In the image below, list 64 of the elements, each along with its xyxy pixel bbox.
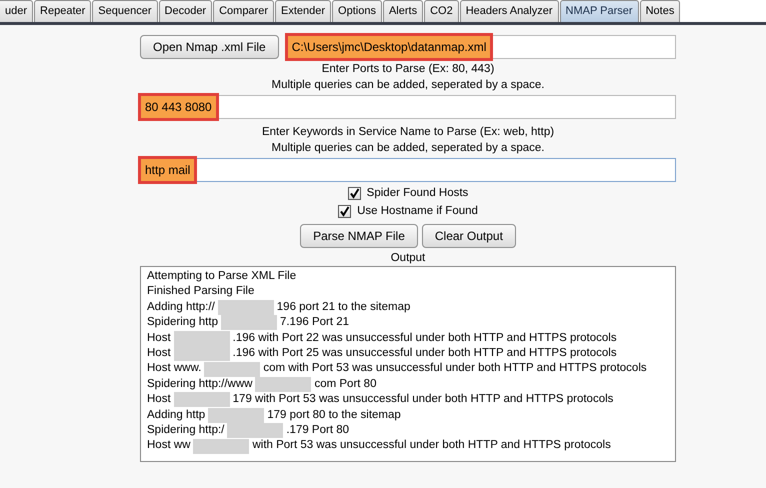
tab[interactable]: NMAP Parser bbox=[560, 0, 639, 22]
checkbox[interactable] bbox=[348, 186, 361, 200]
keywords-note: Multiple queries can be added, seperated by a space. bbox=[272, 141, 544, 156]
output-text: Host www. bbox=[147, 361, 202, 376]
output-text: com with Port 53 was unsuccessful under both HTTP and HTTPS protocols bbox=[263, 361, 647, 376]
output-text: Host ww bbox=[147, 438, 190, 454]
field-value: C:\Users\jmc\Desktop\datanmap.xml bbox=[288, 36, 490, 58]
field-value: 80 443 8080 bbox=[141, 96, 216, 118]
tab[interactable]: Options bbox=[332, 0, 382, 22]
field-value: http mail bbox=[141, 159, 194, 181]
checkmark-icon bbox=[339, 206, 350, 216]
output-text: Adding http bbox=[147, 408, 206, 423]
checkmark-icon bbox=[348, 188, 360, 198]
keywords-hint: Enter Keywords in Service Name to Parse (Ex: web, http) bbox=[262, 125, 554, 140]
tab[interactable]: Notes bbox=[640, 0, 680, 22]
output-label: Output bbox=[390, 251, 426, 266]
output-text: .196 with Port 25 was unsuccessful under both HTTP and HTTPS protocols bbox=[232, 346, 617, 362]
tab[interactable]: CO2 bbox=[424, 0, 459, 22]
redaction-block bbox=[218, 300, 274, 316]
redaction-block bbox=[208, 408, 264, 423]
ports-note: Multiple queries can be added, seperated by a space. bbox=[272, 78, 544, 93]
output-text: Spidering http:/ bbox=[147, 423, 224, 438]
output-text: Spidering http bbox=[147, 315, 218, 330]
output-text: com Port 80 bbox=[314, 376, 376, 392]
text-field[interactable]: 80 443 8080 bbox=[140, 95, 676, 119]
output-text: with Port 53 was unsuccessful under both HTTP and HTTPS protocols bbox=[252, 438, 611, 454]
tab[interactable]: Comparer bbox=[213, 0, 274, 22]
output-text: Spidering http://www bbox=[147, 376, 252, 392]
tab[interactable]: Extender bbox=[275, 0, 332, 22]
redaction-block bbox=[220, 315, 277, 330]
output-text: 196 port 21 to the sitemap bbox=[276, 300, 410, 315]
redaction-block bbox=[193, 438, 250, 454]
redaction-block bbox=[174, 330, 230, 346]
tab[interactable]: Headers Analyzer bbox=[460, 0, 559, 22]
text-field[interactable]: C:\Users\jmc\Desktop\datanmap.xml bbox=[286, 35, 676, 59]
tab[interactable]: uder bbox=[0, 0, 34, 22]
ports-hint: Enter Ports to Parse (Ex: 80, 443) bbox=[322, 62, 494, 77]
tab[interactable]: Sequencer bbox=[92, 0, 158, 22]
checkbox-label: Use Hostname if Found bbox=[357, 204, 478, 219]
output-text: 7.196 Port 21 bbox=[280, 315, 350, 330]
redaction-block bbox=[227, 423, 284, 438]
output-text: Adding http:// bbox=[147, 300, 215, 315]
checkbox[interactable] bbox=[338, 204, 352, 218]
tab[interactable]: Alerts bbox=[382, 0, 424, 22]
output-text: Finished Parsing File bbox=[147, 284, 254, 300]
output-text: 179 with Port 53 was unsuccessful under both HTTP and HTTPS protocols bbox=[232, 392, 614, 408]
output-text: Attempting to Parse XML File bbox=[147, 269, 296, 284]
text-field[interactable]: http mail bbox=[140, 158, 676, 182]
action-button[interactable]: Clear Output bbox=[422, 224, 516, 248]
output-text: 179 port 80 to the sitemap bbox=[267, 408, 401, 423]
open-file-button[interactable]: Open Nmap .xml File bbox=[140, 35, 279, 59]
tab[interactable]: Decoder bbox=[158, 0, 212, 22]
redaction-block bbox=[255, 377, 312, 392]
output-text: Host bbox=[147, 346, 171, 362]
tab[interactable]: Repeater bbox=[34, 0, 92, 22]
action-button[interactable]: Parse NMAP File bbox=[300, 224, 418, 248]
checkbox-label: Spider Found Hosts bbox=[366, 186, 468, 201]
redaction-block bbox=[174, 392, 230, 408]
redaction-block bbox=[174, 346, 230, 362]
output-text: Host bbox=[147, 392, 171, 408]
output-text: .196 with Port 22 was unsuccessful under both HTTP and HTTPS protocols bbox=[232, 330, 617, 346]
output-text: .179 Port 80 bbox=[286, 423, 350, 438]
output-text: Host bbox=[147, 330, 171, 346]
redaction-block bbox=[204, 362, 260, 377]
